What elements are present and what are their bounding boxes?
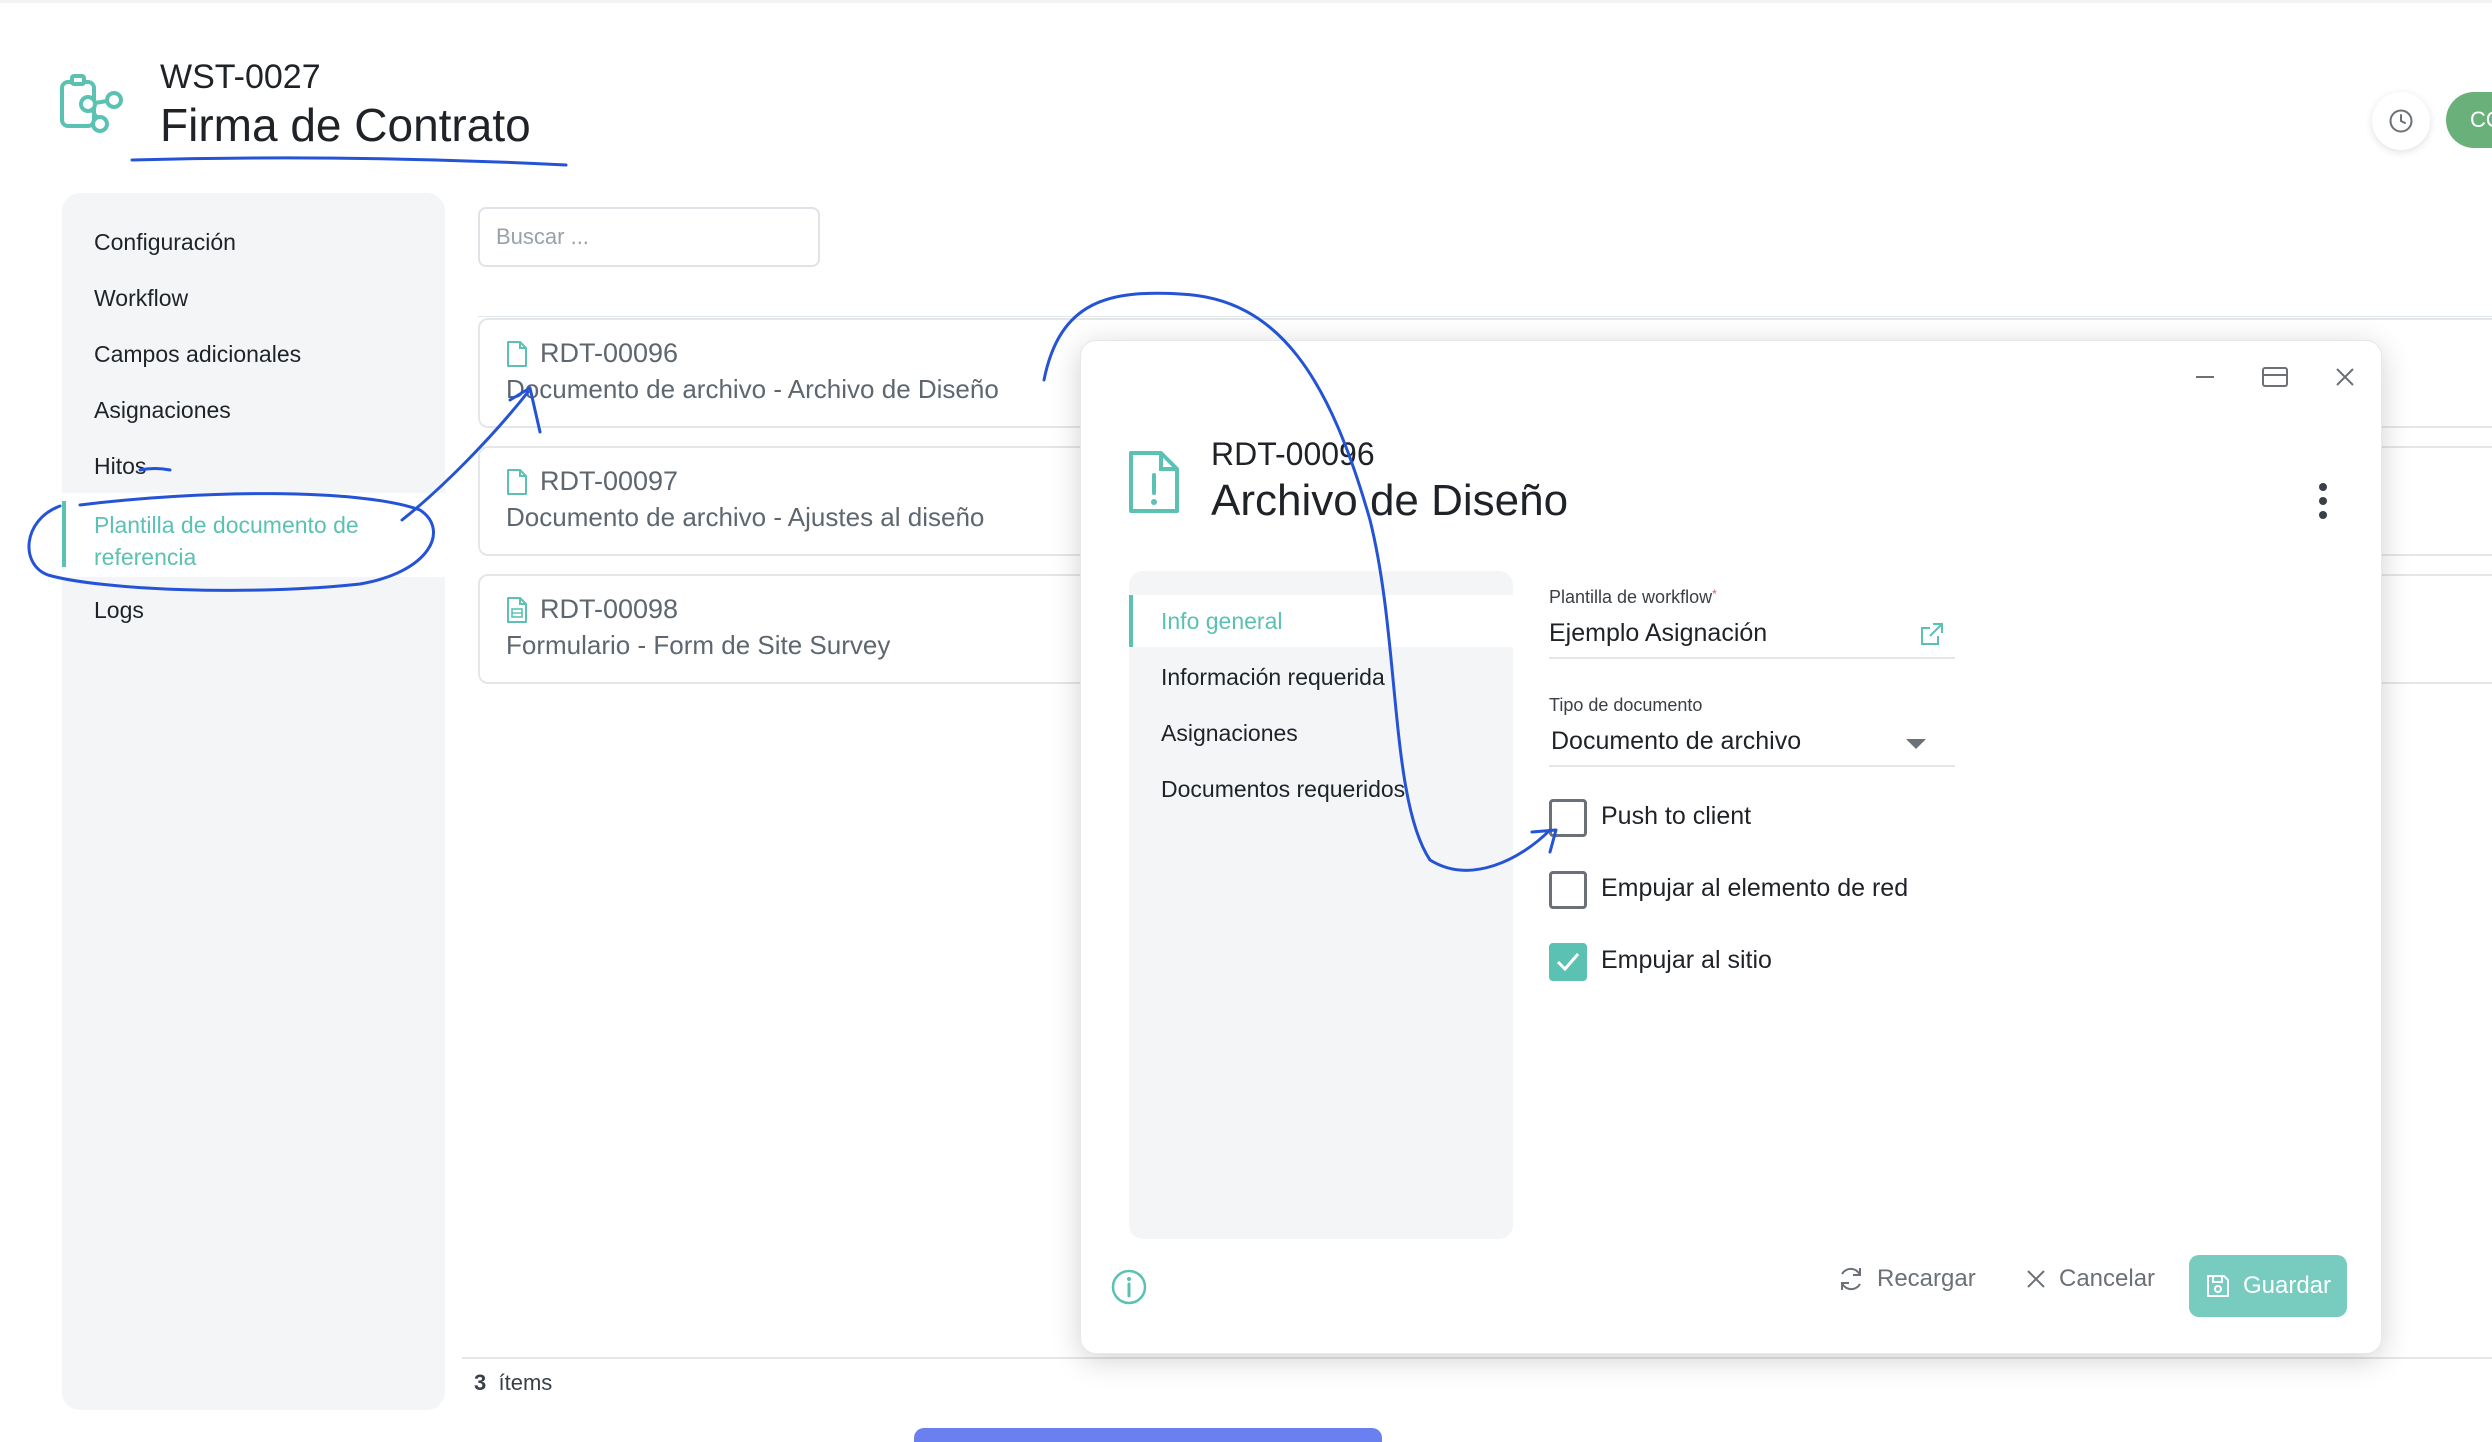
push-site-label: Empujar al sitio: [1601, 946, 1772, 974]
document-type-label: Tipo de documento: [1549, 695, 1703, 715]
sidebar-item-label-line1: Plantilla de documento de: [94, 512, 359, 538]
list-item-id: RDT-00097: [540, 466, 679, 496]
minimize-icon: [2196, 376, 2214, 378]
sidebar-item-hitos[interactable]: Hitos: [94, 453, 146, 480]
reload-button[interactable]: Recargar: [1837, 1251, 1976, 1307]
workflow-template-field[interactable]: Ejemplo Asignación: [1549, 619, 1767, 648]
tab-info-general[interactable]: Info general: [1129, 595, 1513, 647]
sidebar-item-label-line2: referencia: [94, 544, 197, 570]
document-alert-icon: [1129, 451, 1179, 513]
list-item-description: Formulario - Form de Site Survey: [506, 630, 891, 660]
push-to-client-checkbox[interactable]: [1549, 799, 1587, 837]
minimize-button[interactable]: [2187, 359, 2223, 395]
close-icon: [2027, 1270, 2045, 1288]
search-input[interactable]: Buscar ...: [478, 207, 820, 267]
document-type-select[interactable]: Documento de archivo: [1551, 727, 1801, 756]
tab-informacion-requerida[interactable]: Información requerida: [1129, 651, 1513, 703]
push-network-element-label: Empujar al elemento de red: [1601, 874, 1909, 902]
maximize-icon: [2262, 367, 2288, 387]
file-icon: [507, 341, 527, 367]
divider: [478, 316, 2492, 317]
workflow-field-underline: [1549, 657, 1955, 659]
sidebar-item-workflow[interactable]: Workflow: [94, 285, 188, 312]
workstream-code: WST-0027: [160, 58, 321, 96]
sidebar-item-campos-adicionales[interactable]: Campos adicionales: [94, 341, 301, 368]
cancel-button[interactable]: Cancelar: [2025, 1251, 2155, 1307]
sidebar-item-configuracion[interactable]: Configuración: [94, 229, 236, 256]
document-type-underline: [1549, 765, 1955, 767]
modal-code: RDT-00096: [1211, 436, 1375, 472]
info-icon[interactable]: [1111, 1269, 1147, 1305]
reload-label: Recargar: [1877, 1265, 1976, 1292]
maximize-button[interactable]: [2257, 359, 2293, 395]
close-button[interactable]: [2327, 359, 2363, 395]
tab-asignaciones[interactable]: Asignaciones: [1129, 707, 1513, 759]
item-count: 3 ítems: [474, 1370, 552, 1396]
history-button[interactable]: [2372, 92, 2430, 150]
external-link-icon[interactable]: [1919, 621, 1945, 647]
list-footer-divider: [462, 1357, 2492, 1359]
workflow-icon: [60, 74, 123, 133]
required-marker: *: [1712, 587, 1717, 601]
list-item-description: Documento de archivo - Ajustes al diseño: [506, 502, 985, 532]
title-underline-annotation: [130, 156, 568, 167]
form-icon: [507, 597, 527, 623]
modal-tabs: Info general Información requerida Asign…: [1129, 571, 1513, 1239]
clock-icon: [2389, 109, 2413, 133]
sidebar: Configuración Workflow Campos adicionale…: [62, 193, 445, 1410]
sidebar-item-logs[interactable]: Logs: [94, 597, 144, 624]
document-modal: RDT-00096 Archivo de Diseño Info general…: [1080, 340, 2382, 1354]
more-options-icon[interactable]: [2317, 481, 2329, 521]
sidebar-active-indicator: [62, 501, 66, 567]
modal-title: Archivo de Diseño: [1211, 476, 1569, 525]
list-item-id: RDT-00096: [540, 338, 679, 368]
save-button[interactable]: Guardar: [2189, 1255, 2347, 1317]
file-icon: [507, 469, 527, 495]
top-border: [0, 0, 2492, 3]
item-count-label: ítems: [498, 1370, 553, 1395]
push-site-checkbox[interactable]: [1549, 943, 1587, 981]
chevron-down-icon[interactable]: [1905, 737, 1927, 751]
save-label: Guardar: [2242, 1272, 2332, 1299]
item-count-number: 3: [474, 1370, 487, 1395]
sidebar-item-asignaciones[interactable]: Asignaciones: [94, 397, 231, 424]
push-to-client-label: Push to client: [1601, 802, 1752, 830]
list-item-description: Documento de archivo - Archivo de Diseño: [506, 374, 999, 404]
workflow-template-label: Plantilla de workflow*: [1549, 587, 1717, 608]
list-item-id: RDT-00098: [540, 594, 679, 624]
tab-documentos-requeridos[interactable]: Documentos requeridos: [1129, 763, 1513, 815]
refresh-icon: [1841, 1267, 1861, 1291]
header-action-button[interactable]: CO: [2446, 92, 2492, 148]
sidebar-item-plantilla-documento[interactable]: Plantilla de documento de referencia: [94, 509, 359, 573]
bottom-action-bar[interactable]: [914, 1428, 1382, 1442]
page-title: Firma de Contrato: [160, 99, 531, 151]
checkmark-icon: [1556, 953, 1580, 972]
workflow-template-label-text: Plantilla de workflow: [1549, 587, 1713, 607]
cancel-label: Cancelar: [2059, 1265, 2156, 1292]
push-network-element-checkbox[interactable]: [1549, 871, 1587, 909]
save-icon: [2206, 1275, 2229, 1297]
close-icon: [2336, 368, 2354, 386]
